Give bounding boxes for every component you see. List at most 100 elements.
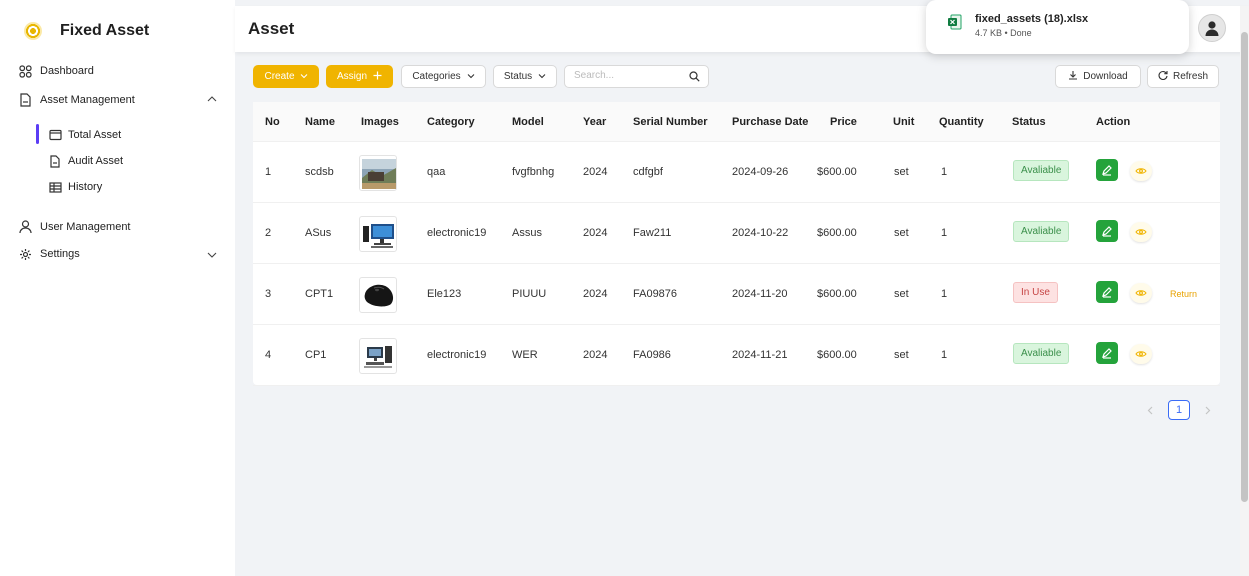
search-icon[interactable]	[689, 71, 700, 85]
cell-year: 2024	[583, 227, 608, 239]
cell-serial: cdfgbf	[633, 166, 663, 178]
column-header-purchase-date[interactable]: Purchase Date	[732, 116, 808, 128]
mail-icon	[48, 128, 62, 142]
column-header-unit[interactable]: Unit	[893, 116, 914, 128]
chevron-up-icon[interactable]	[207, 95, 217, 106]
cell-purchase-date: 2024-09-26	[732, 166, 789, 178]
status-badge: In Use	[1013, 282, 1058, 303]
sidebar-item-settings[interactable]: Settings	[18, 245, 217, 263]
chevron-down-icon[interactable]	[207, 251, 217, 262]
table-header: No Name Images Category Model Year Seria…	[253, 102, 1220, 142]
sidebar-subitem-history[interactable]: History	[36, 178, 216, 196]
view-button[interactable]	[1130, 344, 1152, 364]
cell-category: electronic19	[427, 227, 487, 239]
brand-logo	[24, 22, 42, 40]
eye-icon	[1135, 290, 1147, 296]
column-header-price[interactable]: Price	[830, 116, 857, 128]
create-button[interactable]: Create	[253, 65, 319, 88]
page-title: Asset	[248, 19, 295, 38]
cell-unit: set	[894, 227, 909, 239]
column-header-images[interactable]: Images	[361, 116, 399, 128]
assign-button[interactable]: Assign	[326, 65, 393, 88]
table-row[interactable]: 4 CP1 electronic19 WER 2024 FA0986 2024-…	[253, 325, 1220, 386]
sidebar-item-dashboard[interactable]: Dashboard	[18, 62, 217, 80]
cell-name: CP1	[305, 349, 327, 361]
view-button[interactable]	[1130, 283, 1152, 303]
sidebar-item-asset-management[interactable]: Asset Management	[18, 91, 217, 109]
edit-button[interactable]	[1096, 281, 1118, 303]
eye-icon	[1135, 168, 1147, 174]
column-header-quantity[interactable]: Quantity	[939, 116, 984, 128]
column-header-serial-number[interactable]: Serial Number	[633, 116, 708, 128]
sidebar-subitem-total-asset[interactable]: Total Asset	[36, 126, 216, 144]
download-button[interactable]: Download	[1055, 65, 1141, 88]
sidebar-item-user-management[interactable]: User Management	[18, 218, 217, 236]
assign-button-label: Assign	[336, 71, 367, 82]
refresh-button[interactable]: Refresh	[1147, 65, 1219, 88]
categories-dropdown[interactable]: Categories	[401, 65, 486, 88]
column-header-status[interactable]: Status	[1012, 116, 1046, 128]
cell-purchase-date: 2024-10-22	[732, 227, 789, 239]
table-icon	[48, 180, 62, 194]
cell-quantity: 1	[941, 227, 948, 239]
sidebar-subitem-audit-asset[interactable]: Audit Asset	[36, 152, 216, 170]
pagination-next-button[interactable]	[1200, 400, 1216, 420]
status-dropdown[interactable]: Status	[493, 65, 557, 88]
column-header-year[interactable]: Year	[583, 116, 606, 128]
column-header-name[interactable]: Name	[305, 116, 335, 128]
scrollbar[interactable]	[1240, 6, 1249, 576]
excel-icon	[948, 14, 962, 30]
download-file-name[interactable]: fixed_assets (18).xlsx	[975, 13, 1088, 25]
cell-year: 2024	[583, 349, 608, 361]
cell-category: qaa	[427, 166, 446, 178]
table-row[interactable]: 3 CPT1 Ele123 PIUUU 2024 FA09876 2024-11…	[253, 264, 1220, 325]
cell-price: $600.00	[817, 349, 857, 361]
cell-name: scdsb	[305, 166, 334, 178]
brand[interactable]: Fixed Asset	[24, 18, 149, 44]
eye-icon	[1135, 351, 1147, 357]
chevron-left-icon	[1147, 406, 1153, 414]
desktop-computer-photo	[363, 224, 394, 248]
pagination-prev-button[interactable]	[1142, 400, 1158, 420]
status-label: Status	[503, 71, 533, 82]
view-button[interactable]	[1130, 161, 1152, 181]
asset-thumbnail[interactable]	[359, 277, 397, 313]
table-row[interactable]: 2 ASus electronic19 Assus 2024 Faw211 20…	[253, 203, 1220, 264]
column-header-model[interactable]: Model	[512, 116, 544, 128]
table-row[interactable]: 1 scdsb qaa fvgfbnhg 2024 cdfgbf 2024-09…	[253, 142, 1220, 203]
edit-button[interactable]	[1096, 220, 1118, 242]
column-header-category[interactable]: Category	[427, 116, 475, 128]
return-link[interactable]: Return	[1170, 289, 1197, 299]
cell-no: 4	[265, 349, 272, 361]
pencil-icon	[1102, 226, 1112, 237]
column-header-no[interactable]: No	[265, 116, 280, 128]
scrollbar-thumb[interactable]	[1241, 32, 1248, 502]
asset-thumbnail[interactable]	[359, 338, 397, 374]
cell-quantity: 1	[941, 288, 948, 300]
search-input[interactable]	[574, 70, 684, 81]
cell-name: ASus	[305, 227, 332, 239]
pencil-icon	[1102, 287, 1112, 298]
document-icon	[18, 93, 32, 107]
status-badge: Avaliable	[1013, 160, 1070, 181]
sidebar-subitem-label: History	[68, 181, 103, 193]
asset-thumbnail[interactable]	[359, 155, 397, 191]
cell-unit: set	[894, 288, 909, 300]
sidebar-item-label: Dashboard	[40, 65, 94, 77]
download-popup[interactable]: fixed_assets (18).xlsx 4.7 KB • Done	[926, 0, 1189, 54]
computer-set-photo	[364, 346, 392, 368]
view-button[interactable]	[1130, 222, 1152, 242]
edit-button[interactable]	[1096, 342, 1118, 364]
sidebar-item-label: Settings	[40, 248, 80, 260]
computer-mouse-photo	[364, 284, 394, 307]
asset-thumbnail[interactable]	[359, 216, 397, 252]
cell-no: 3	[265, 288, 272, 300]
cell-price: $600.00	[817, 166, 857, 178]
pencil-icon	[1102, 348, 1112, 359]
cell-quantity: 1	[941, 349, 948, 361]
cell-no: 2	[265, 227, 272, 239]
avatar[interactable]	[1198, 14, 1226, 42]
pagination-current-page[interactable]: 1	[1168, 400, 1190, 420]
edit-button[interactable]	[1096, 159, 1118, 181]
cell-serial: FA0986	[633, 349, 671, 361]
